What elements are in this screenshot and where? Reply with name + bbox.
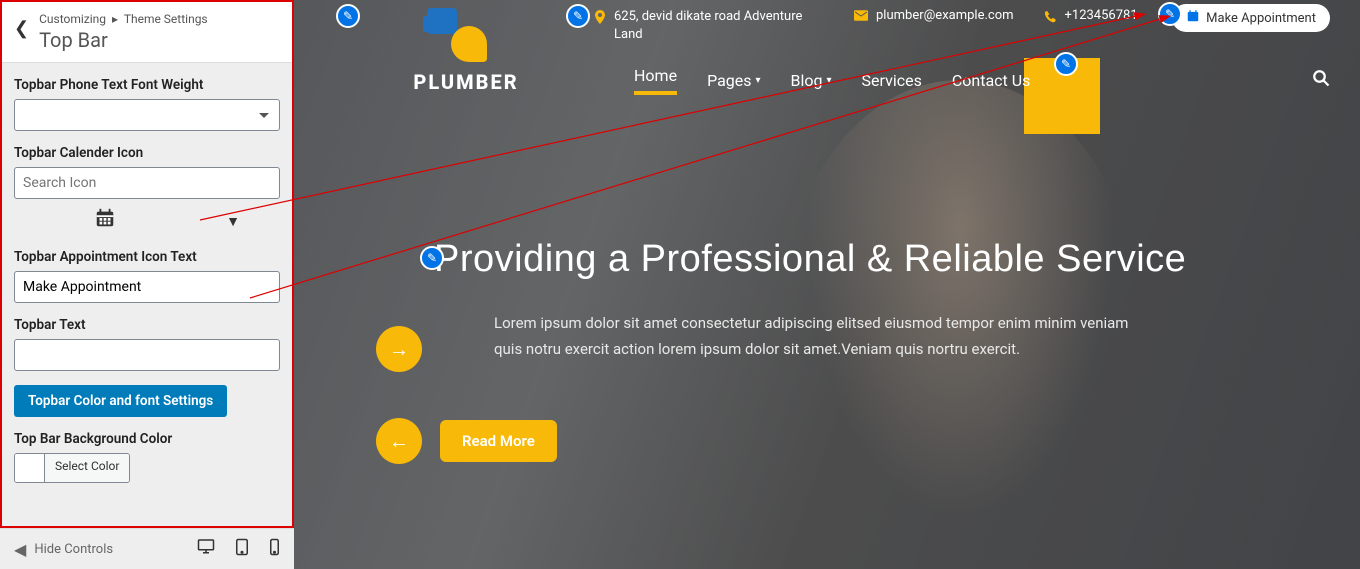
- topbar-address-text: 625, devid dikate road Adventure Land: [614, 8, 824, 44]
- color-swatch: [15, 454, 45, 482]
- appointment-button[interactable]: Make Appointment: [1172, 4, 1330, 32]
- site-nav: Home Pages ▾ Blog ▾ Services Contact Us: [634, 66, 1330, 95]
- hide-controls-label: Hide Controls: [34, 542, 113, 557]
- hide-controls-button[interactable]: ◀ Hide Controls: [14, 540, 113, 559]
- nav-blog-label: Blog: [791, 71, 823, 90]
- read-more-button[interactable]: Read More: [440, 420, 557, 462]
- edit-shortcut-icon[interactable]: ✎: [1054, 52, 1078, 76]
- edit-shortcut-icon[interactable]: ✎: [336, 4, 360, 28]
- chevron-down-icon[interactable]: ▼: [226, 213, 240, 230]
- appointment-button-label: Make Appointment: [1206, 11, 1316, 26]
- nav-contact[interactable]: Contact Us: [952, 71, 1031, 90]
- chevron-down-icon: ▾: [827, 75, 832, 86]
- topbar-email-text: plumber@example.com: [876, 8, 1014, 23]
- slider-next-button[interactable]: →: [376, 326, 422, 372]
- tablet-preview-icon[interactable]: [235, 538, 249, 560]
- nav-pages-label: Pages: [707, 71, 751, 90]
- hero-description: Lorem ipsum dolor sit amet consectetur a…: [494, 311, 1134, 362]
- nav-home-label: Home: [634, 66, 677, 85]
- appointment-text-input[interactable]: [14, 271, 280, 303]
- customizer-panel: ❮ Customizing ▸ Theme Settings Top Bar T…: [0, 0, 294, 528]
- calendar-icon[interactable]: [94, 207, 116, 235]
- bg-color-picker[interactable]: Select Color: [14, 453, 130, 483]
- topbar-address: 625, devid dikate road Adventure Land: [594, 8, 824, 44]
- nav-services[interactable]: Services: [862, 71, 922, 90]
- select-color-label: Select Color: [45, 454, 129, 482]
- topbar-email: plumber@example.com: [854, 8, 1014, 25]
- logo-text: PLUMBER: [413, 70, 518, 94]
- calendar-icon-search[interactable]: [14, 167, 280, 199]
- appointment-text-label: Topbar Appointment Icon Text: [14, 249, 280, 265]
- nav-home[interactable]: Home: [634, 66, 677, 95]
- nav-blog[interactable]: Blog ▾: [791, 71, 832, 90]
- phone-weight-select[interactable]: [14, 99, 280, 131]
- envelope-icon: [854, 10, 868, 25]
- color-font-settings-button[interactable]: Topbar Color and font Settings: [14, 385, 227, 417]
- breadcrumb: Customizing ▸ Theme Settings: [39, 12, 280, 26]
- panel-title: Top Bar: [39, 28, 280, 52]
- calendar-small-icon: [1186, 9, 1200, 27]
- edit-shortcut-icon[interactable]: ✎: [420, 246, 444, 270]
- site-preview: PLUMBER 625, devid dikate road Adventure…: [294, 0, 1360, 569]
- mobile-preview-icon[interactable]: [269, 538, 280, 560]
- desktop-preview-icon[interactable]: [197, 538, 215, 560]
- phone-icon: [1044, 10, 1057, 27]
- phone-weight-label: Topbar Phone Text Font Weight: [14, 77, 280, 93]
- hero-title: Providing a Professional & Reliable Serv…: [434, 238, 1300, 281]
- breadcrumb-prefix: Customizing: [39, 12, 106, 26]
- bg-color-label: Top Bar Background Color: [14, 431, 280, 447]
- nav-pages[interactable]: Pages ▾: [707, 71, 760, 90]
- breadcrumb-separator-icon: ▸: [112, 12, 118, 26]
- edit-shortcut-icon[interactable]: ✎: [566, 4, 590, 28]
- back-button[interactable]: ❮: [14, 18, 29, 39]
- topbar-text-label: Topbar Text: [14, 317, 280, 333]
- search-icon[interactable]: [1312, 69, 1330, 92]
- nav-services-label: Services: [862, 71, 922, 90]
- hero-section: Providing a Professional & Reliable Serv…: [434, 238, 1300, 362]
- calendar-icon-label: Topbar Calender Icon: [14, 145, 280, 161]
- location-icon: [594, 10, 606, 28]
- edit-shortcut-icon[interactable]: ✎: [1158, 2, 1182, 26]
- slider-prev-button[interactable]: ←: [376, 418, 422, 464]
- collapse-icon: ◀: [14, 540, 26, 559]
- breadcrumb-section: Theme Settings: [124, 12, 208, 26]
- customizer-header: ❮ Customizing ▸ Theme Settings Top Bar: [2, 2, 292, 63]
- nav-contact-label: Contact Us: [952, 71, 1031, 90]
- chevron-down-icon: ▾: [756, 75, 761, 86]
- customizer-footer: ◀ Hide Controls: [0, 528, 294, 569]
- topbar-text-input[interactable]: [14, 339, 280, 371]
- topbar-phone-text: +123456781: [1065, 8, 1138, 23]
- topbar-phone: +123456781: [1044, 8, 1138, 27]
